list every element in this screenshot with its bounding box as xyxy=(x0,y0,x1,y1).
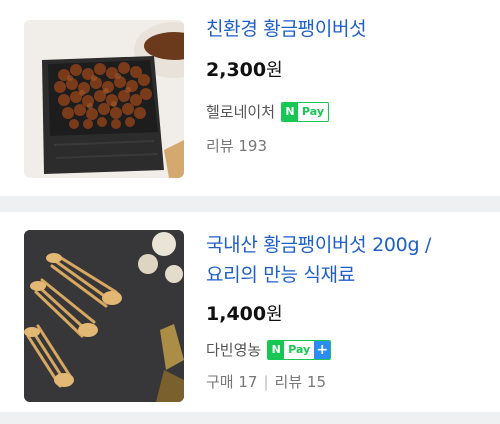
product-title-line: 요리의 만능 식재료 xyxy=(206,264,355,286)
mushroom-tray-illustration xyxy=(24,20,184,178)
product-image-mushroom-plate[interactable] xyxy=(24,230,184,402)
purchase-count: 구매 17 xyxy=(206,373,258,391)
npay-n-icon: N xyxy=(282,103,299,121)
product-title[interactable]: 친환경 황금팽이버섯 xyxy=(206,14,488,44)
meta-row: 구매 17 | 리뷰 15 xyxy=(206,371,488,393)
meta-separator: | xyxy=(263,373,269,391)
product-card[interactable]: 친환경 황금팽이버섯 2,300원 헬로네이처 N Pay 리뷰 193 xyxy=(0,0,500,196)
product-title-line: 국내산 황금팽이버섯 200g / xyxy=(206,234,432,256)
seller-name[interactable]: 다빈영농 xyxy=(206,339,261,361)
npay-plus-badge: N Pay + xyxy=(267,340,332,360)
review-count[interactable]: 리뷰 15 xyxy=(275,371,326,393)
npay-pay-label: Pay xyxy=(302,105,325,118)
product-info: 국내산 황금팽이버섯 200g / 요리의 만능 식재료 1,400원 다빈영농… xyxy=(206,230,488,393)
meta-row: 리뷰 193 xyxy=(206,135,488,157)
seller-row: 다빈영농 N Pay + xyxy=(206,339,488,361)
mushroom-plate-illustration xyxy=(24,230,184,402)
price-number: 1,400 xyxy=(206,303,267,325)
product-info: 친환경 황금팽이버섯 2,300원 헬로네이처 N Pay 리뷰 193 xyxy=(206,14,488,157)
product-title[interactable]: 국내산 황금팽이버섯 200g / 요리의 만능 식재료 xyxy=(206,230,488,290)
npay-pay-label: Pay xyxy=(288,343,311,356)
review-count[interactable]: 리뷰 193 xyxy=(206,135,267,157)
plus-icon: + xyxy=(314,341,331,359)
npay-badge: N Pay xyxy=(281,102,330,122)
seller-row: 헬로네이처 N Pay xyxy=(206,101,488,123)
npay-n-icon: N xyxy=(268,341,285,359)
product-image-mushroom-tray[interactable] xyxy=(24,20,184,178)
seller-name[interactable]: 헬로네이처 xyxy=(206,101,275,123)
product-price: 2,300원 xyxy=(206,56,488,85)
product-card[interactable]: 국내산 황금팽이버섯 200g / 요리의 만능 식재료 1,400원 다빈영농… xyxy=(0,212,500,412)
price-unit: 원 xyxy=(266,60,283,81)
price-unit: 원 xyxy=(266,304,283,325)
product-price: 1,400원 xyxy=(206,300,488,329)
price-number: 2,300 xyxy=(206,59,267,81)
